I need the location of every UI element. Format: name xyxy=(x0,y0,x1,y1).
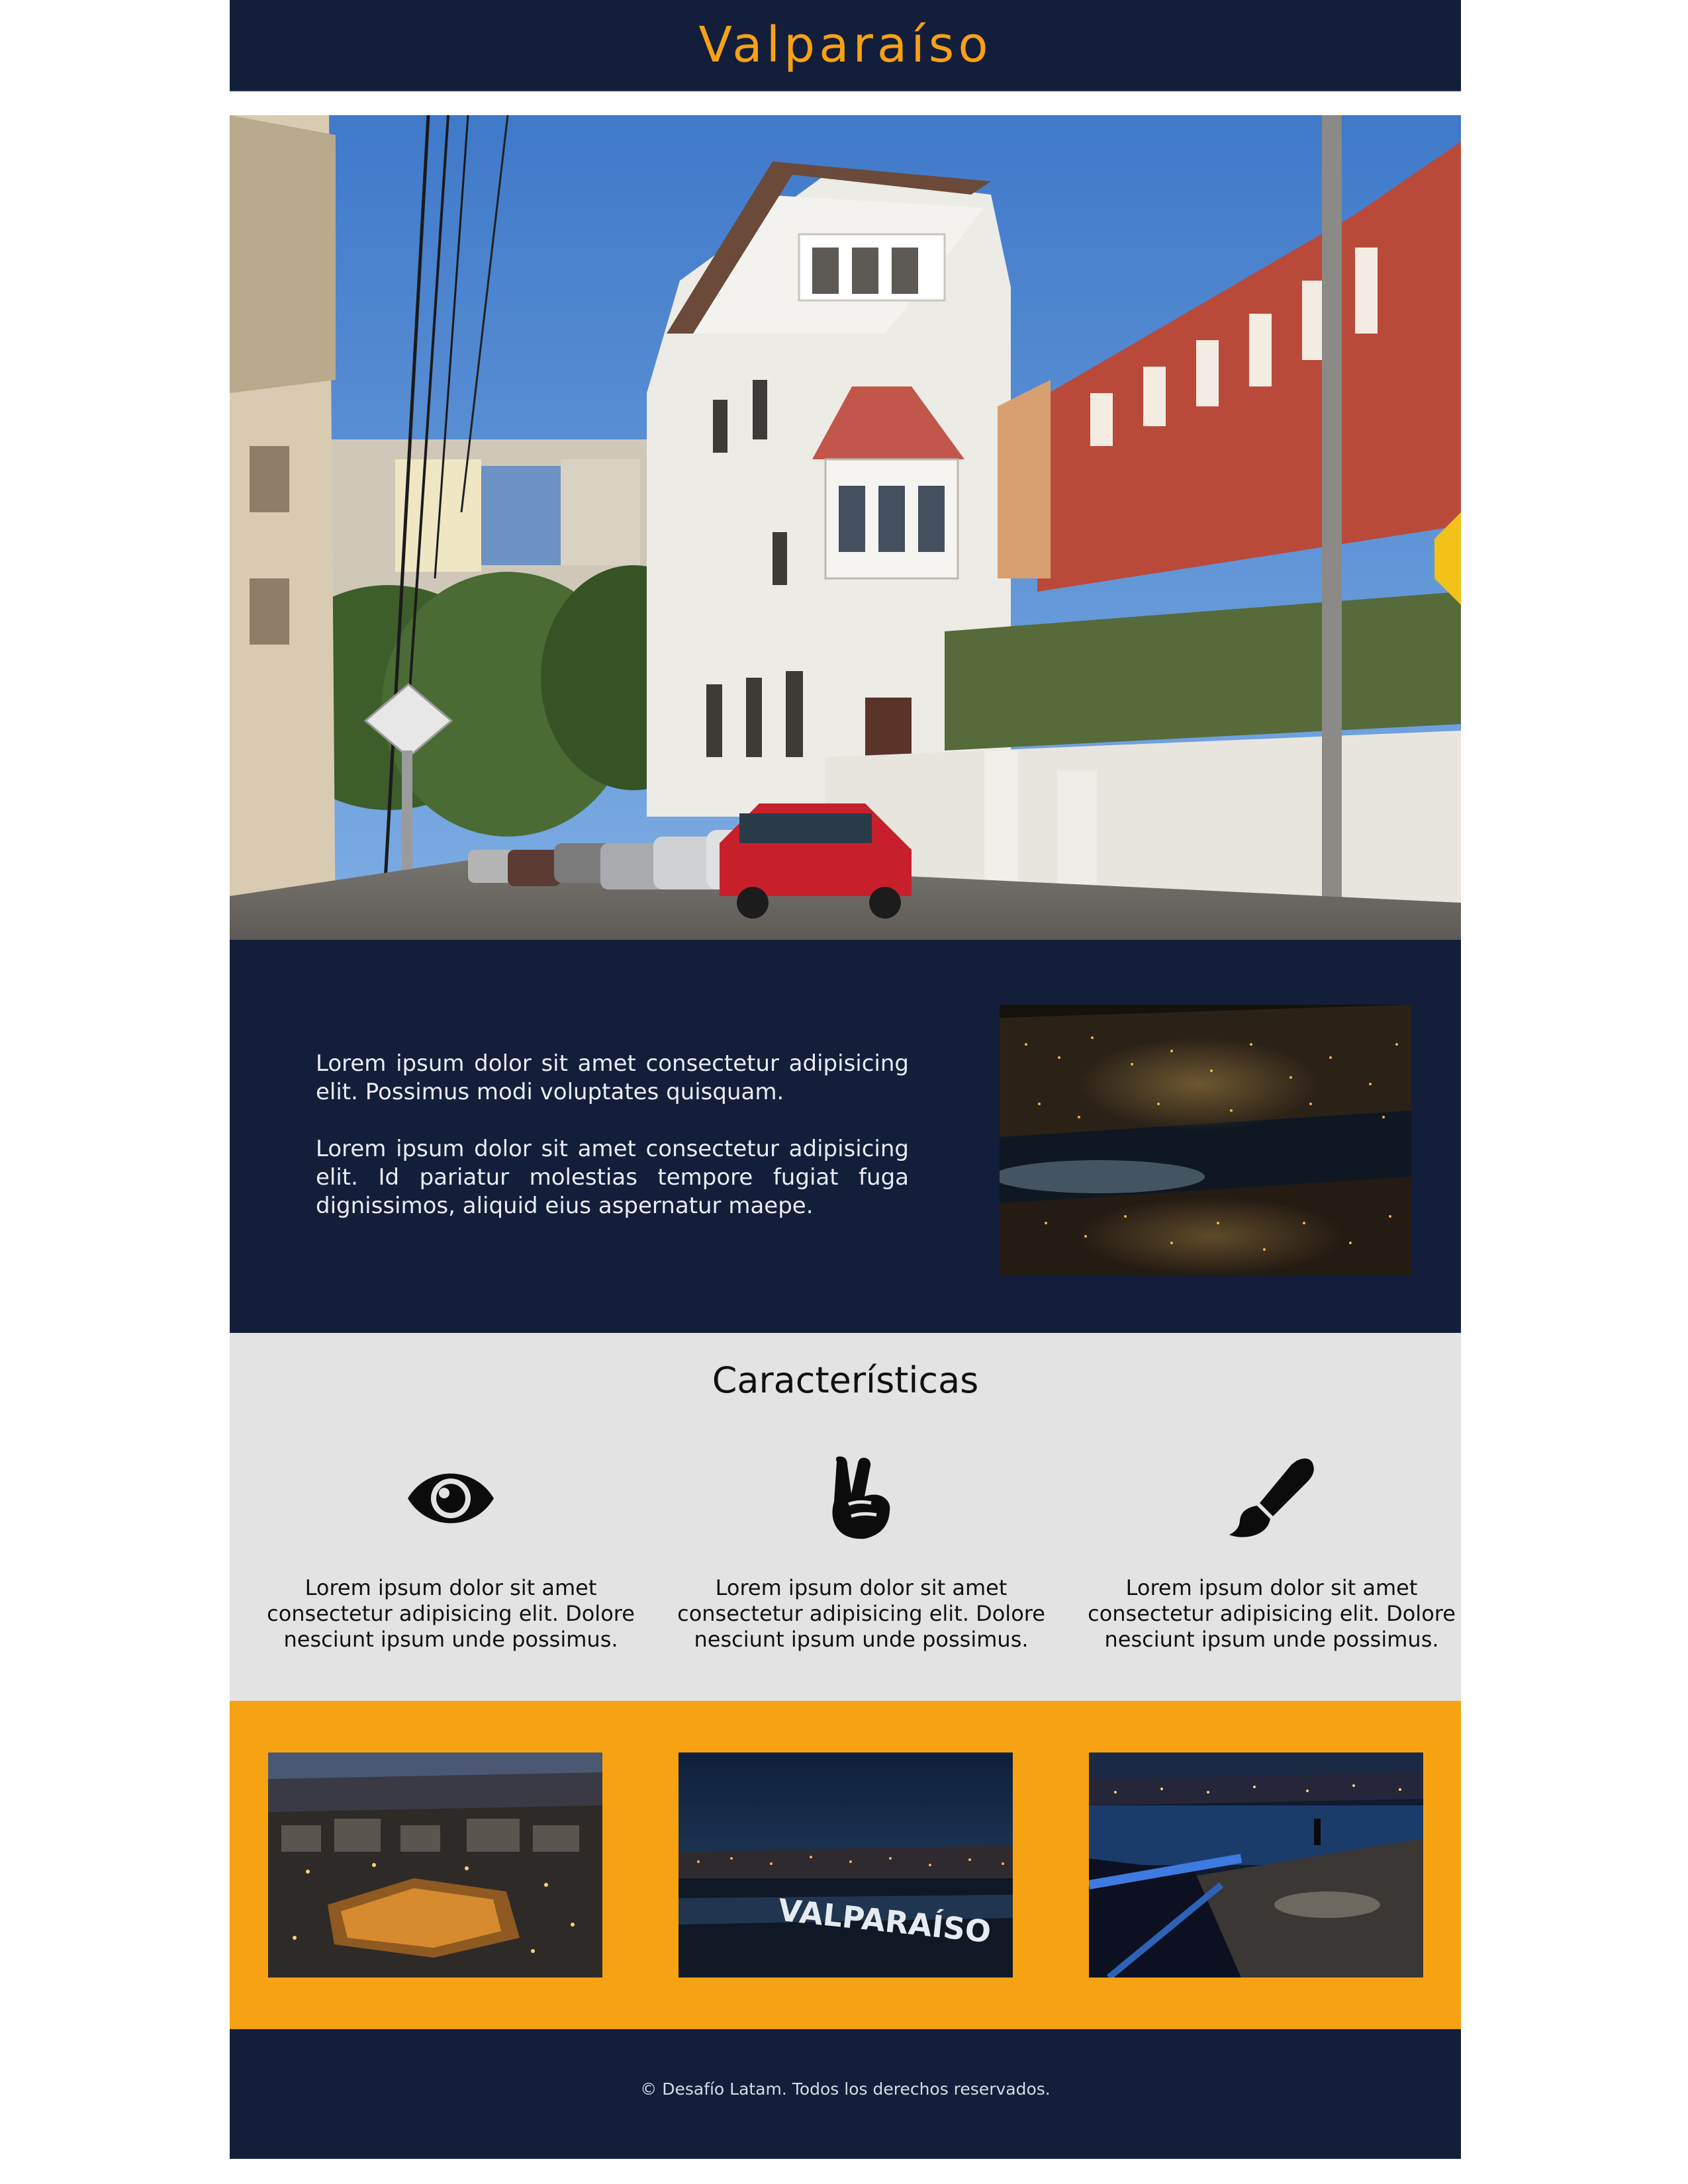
city-night-aerial-photo-icon xyxy=(268,1752,602,1978)
footer-copyright: © Desafío Latam. Todos los derechos rese… xyxy=(640,2079,1051,2099)
street-photo-icon xyxy=(230,115,1461,940)
site-footer: © Desafío Latam. Todos los derechos rese… xyxy=(230,2029,1461,2159)
feature-text-1: Lorem ipsum dolor sit amet consectetur a… xyxy=(267,1575,635,1652)
intro-paragraph-1: Lorem ipsum dolor sit amet consectetur a… xyxy=(316,1050,909,1105)
paint-brush-icon xyxy=(1086,1449,1457,1547)
feature-item-peace: Lorem ipsum dolor sit amet consectetur a… xyxy=(676,1449,1047,1653)
feature-item-eye: Lorem ipsum dolor sit amet consectetur a… xyxy=(265,1449,636,1653)
feature-item-brush: Lorem ipsum dolor sit amet consectetur a… xyxy=(1086,1449,1457,1653)
page: Valparaíso Lorem ipsum dolor sit amet co… xyxy=(230,0,1461,2159)
features-title: Características xyxy=(712,1359,979,1401)
intro-paragraph-2: Lorem ipsum dolor sit amet consectetur a… xyxy=(316,1136,909,1219)
peace-hand-icon xyxy=(676,1449,1047,1547)
gallery-section: VALPARAÍSO xyxy=(230,1701,1461,2029)
features-section: Características Lorem ipsum dolor sit am… xyxy=(230,1333,1461,1701)
intro-section: Lorem ipsum dolor sit amet consectetur a… xyxy=(230,940,1461,1333)
hero-image xyxy=(230,115,1461,940)
intro-photo xyxy=(1000,1005,1411,1276)
waterfront-night-photo-icon xyxy=(1089,1752,1423,1978)
page-title: Valparaíso xyxy=(698,17,992,73)
night-bay-photo-icon xyxy=(1000,1005,1411,1276)
eye-icon xyxy=(265,1449,636,1547)
gallery-image-2: VALPARAÍSO xyxy=(679,1752,1013,1978)
site-header: Valparaíso xyxy=(230,0,1461,91)
intro-text: Lorem ipsum dolor sit amet consectetur a… xyxy=(316,1050,909,1249)
gallery-image-3 xyxy=(1089,1752,1423,1978)
feature-text-3: Lorem ipsum dolor sit amet consectetur a… xyxy=(1088,1575,1456,1652)
valparaiso-sign-photo-icon: VALPARAÍSO xyxy=(679,1752,1013,1978)
feature-text-2: Lorem ipsum dolor sit amet consectetur a… xyxy=(677,1575,1045,1652)
gallery-image-1 xyxy=(268,1752,602,1978)
